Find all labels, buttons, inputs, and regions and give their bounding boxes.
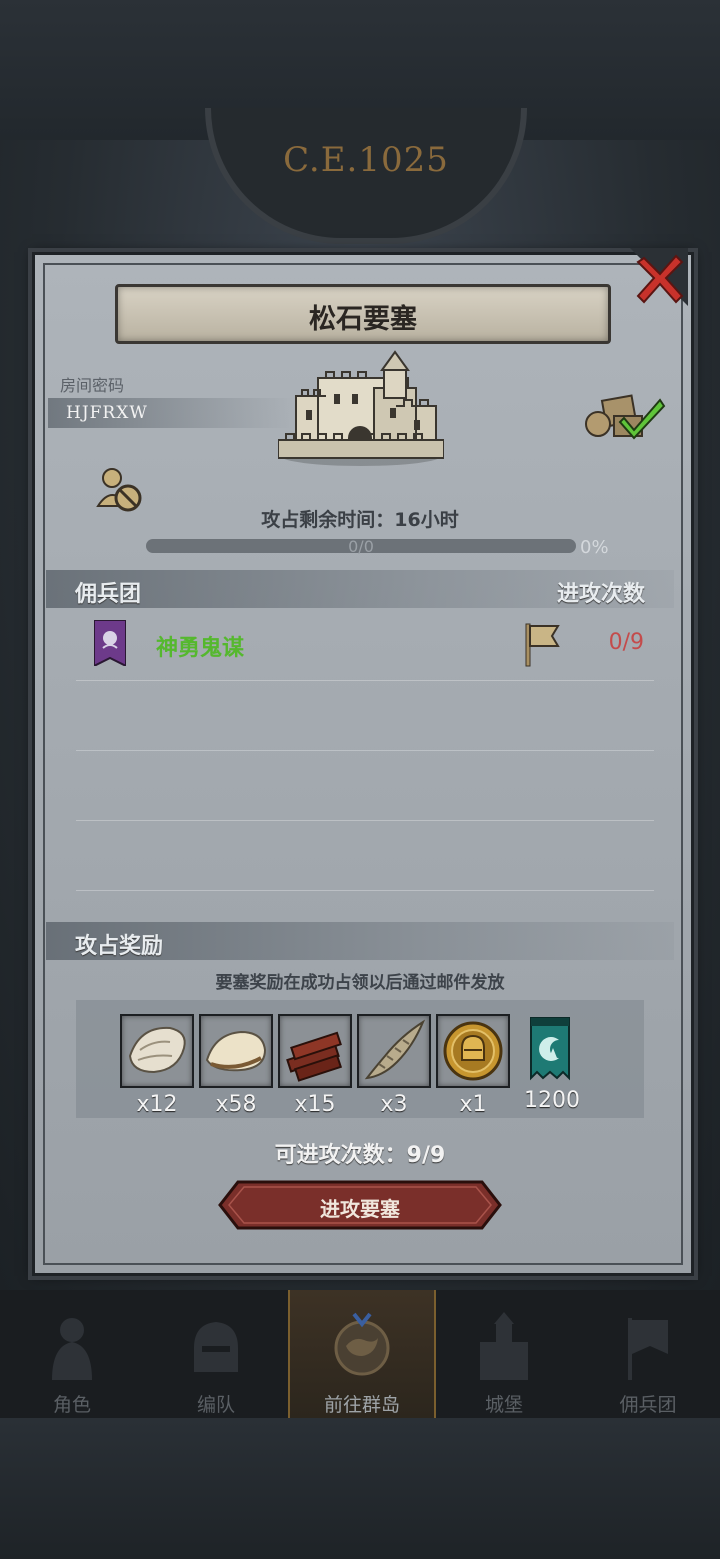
castle-icon <box>278 350 444 466</box>
progress-percent: 0% <box>580 537 609 558</box>
reward-item[interactable]: x58 <box>199 1014 273 1117</box>
nav-label: 佣兵团 <box>619 1394 677 1416</box>
supply-check-icon[interactable] <box>584 392 666 440</box>
guild-name: 神勇鬼谋 <box>156 636 245 661</box>
reward-item[interactable]: x1 <box>436 1014 510 1117</box>
horn-icon <box>364 1019 426 1080</box>
nav-label: 编队 <box>196 1394 235 1416</box>
row-divider <box>76 750 654 751</box>
gold-helmet-coin-icon <box>443 1021 503 1081</box>
guild-banner-icon <box>94 620 126 666</box>
nav-item-formation[interactable]: 编队 <box>144 1290 288 1418</box>
attack-count-header: 进攻次数 <box>556 582 645 607</box>
reward-item[interactable]: x12 <box>120 1014 194 1117</box>
mercenary-header: 佣兵团 <box>75 582 142 607</box>
nav-label: 角色 <box>52 1394 91 1416</box>
reward-item[interactable]: 1200 <box>515 1014 589 1113</box>
remaining-attacks: 可进攻次数：9/9 <box>274 1143 446 1168</box>
guild-attack-count: 0/9 <box>608 630 644 655</box>
knight-icon <box>52 1318 92 1380</box>
row-divider <box>76 680 654 681</box>
reward-item[interactable]: x3 <box>357 1014 431 1117</box>
castle-nav-icon <box>480 1312 528 1380</box>
rewards-note: 要塞奖励在成功占领以后通过邮件发放 <box>215 973 505 993</box>
helmet-icon <box>194 1322 238 1372</box>
occupation-timer: 攻占剩余时间：16小时 <box>261 509 459 531</box>
reward-qty: x1 <box>459 1092 487 1117</box>
bottom-nav: 角色 编队 前往群岛 城堡 佣兵团 <box>0 1290 720 1418</box>
row-divider <box>76 820 654 821</box>
reward-qty: 1200 <box>524 1088 580 1113</box>
list-item[interactable]: 神勇鬼谋 0/9 <box>76 612 654 678</box>
wool-hide-icon <box>205 1030 267 1072</box>
close-icon[interactable] <box>630 248 688 306</box>
attack-button-label: 进攻要塞 <box>320 1197 400 1221</box>
mercenary-banner-icon <box>628 1318 668 1380</box>
nav-item-islands[interactable]: 前往群岛 <box>288 1290 436 1418</box>
nav-label: 城堡 <box>484 1394 523 1416</box>
guild-banner-currency-icon <box>530 1017 570 1081</box>
rewards-header: 攻占奖励 <box>75 934 164 959</box>
reward-qty: x12 <box>136 1092 178 1117</box>
progress-count: 0/0 <box>348 537 374 556</box>
era-label: C.E.1025 <box>283 140 449 180</box>
wood-planks-icon <box>286 1031 343 1082</box>
nav-item-mercenary[interactable]: 佣兵团 <box>576 1290 720 1418</box>
reward-qty: x3 <box>380 1092 408 1117</box>
reward-item[interactable]: x15 <box>278 1014 352 1117</box>
nav-item-character[interactable]: 角色 <box>0 1290 144 1418</box>
nav-item-castle[interactable]: 城堡 <box>432 1290 576 1418</box>
fur-pelt-icon <box>128 1026 186 1074</box>
fortress-title: 松石要塞 <box>309 304 417 335</box>
attack-fortress-button[interactable]: 进攻要塞 <box>218 1180 502 1230</box>
title-plate: 松石要塞 <box>115 284 611 344</box>
bottom-band <box>0 1418 720 1559</box>
compass-globe-icon <box>334 1312 390 1376</box>
reward-qty: x58 <box>215 1092 257 1117</box>
reward-qty: x15 <box>294 1092 336 1117</box>
nav-label: 前往群岛 <box>323 1394 400 1416</box>
room-password-value: HJFRXW <box>66 403 148 423</box>
room-password-label: 房间密码 <box>60 376 125 395</box>
flag-icon <box>525 623 560 667</box>
row-divider <box>76 890 654 891</box>
